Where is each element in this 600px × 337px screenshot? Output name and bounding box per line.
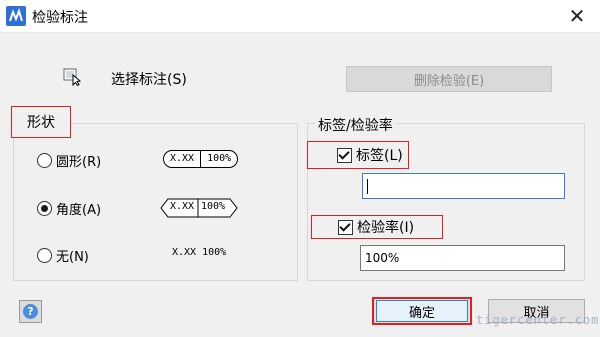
rate-checkbox[interactable] [338, 219, 353, 235]
radio-circle-button[interactable] [37, 153, 52, 168]
label-rate-legend: 标签/检验率 [315, 115, 396, 135]
select-cursor-icon[interactable] [63, 68, 83, 87]
none-preview: X.XX 100% [172, 247, 227, 258]
title-bar: 检验标注 ✕ [0, 0, 600, 33]
shape-group-legend: 形状 [11, 106, 71, 138]
label-checkbox[interactable] [337, 147, 352, 163]
rate-checkbox-row[interactable]: 检验率(I) [311, 215, 443, 239]
help-icon: ? [23, 304, 38, 319]
circle-preview-right: 100% [200, 151, 237, 167]
window-title: 检验标注 [32, 10, 88, 26]
select-annotation-label[interactable]: 选择标注(S) [111, 69, 187, 89]
circle-preview: X.XX 100% [163, 150, 239, 168]
radio-none-label: 无(N) [56, 250, 89, 265]
label-input[interactable] [362, 173, 565, 199]
ok-button[interactable]: 确定 [372, 297, 472, 325]
label-checkbox-text: 标签(L) [356, 148, 403, 164]
close-button[interactable]: ✕ [554, 0, 600, 32]
circle-preview-left: X.XX [170, 153, 195, 164]
label-checkbox-row[interactable]: 标签(L) [307, 141, 409, 169]
radio-circle[interactable]: 圆形(R) [37, 151, 101, 170]
radio-angle-button[interactable] [37, 201, 52, 216]
ok-button-label: 确定 [376, 300, 468, 322]
watermark: tigercenter.com [476, 313, 600, 327]
radio-angle[interactable]: 角度(A) [37, 199, 101, 218]
rate-checkbox-text: 检验率(I) [357, 220, 415, 236]
radio-angle-label: 角度(A) [56, 203, 102, 218]
shape-legend-text: 形状 [27, 115, 55, 131]
rate-input[interactable]: 100% [360, 245, 565, 271]
app-logo-icon [6, 6, 26, 26]
radio-none[interactable]: 无(N) [37, 246, 89, 265]
delete-inspection-button[interactable]: 删除检验(E) [346, 66, 552, 92]
angle-preview-right: 100% [201, 201, 226, 212]
angle-preview-left: X.XX [170, 201, 195, 212]
radio-none-button[interactable] [37, 248, 52, 263]
radio-circle-label: 圆形(R) [56, 155, 102, 170]
help-button[interactable]: ? [19, 300, 42, 323]
text-caret [367, 178, 368, 194]
